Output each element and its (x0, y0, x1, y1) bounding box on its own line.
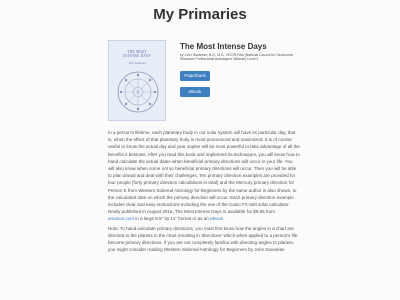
book-title: The Most Intense Days (180, 42, 267, 51)
cover-title: THE MOST INTENSE DAYS (123, 50, 151, 59)
ebook-button[interactable]: eBook (180, 87, 210, 97)
cover-author: John Savarese (128, 62, 146, 65)
book-description: In a person's lifetime, each planetary b… (108, 129, 300, 255)
book-info: The Most Intense Days by John Savarese, … (180, 40, 302, 97)
note-paragraph: Note: To hand-calculate primary directio… (108, 225, 298, 253)
paperback-button[interactable]: Paperback (180, 71, 210, 81)
book-byline: by John Savarese, B.S., M.A., NCGR-PAA (… (180, 53, 294, 62)
book-cover-image[interactable]: THE MOST INTENSE DAYS John Savarese (108, 40, 166, 121)
book-header: THE MOST INTENSE DAYS John Savarese The … (108, 40, 300, 122)
amazon-link[interactable]: amazon.com (108, 216, 134, 221)
ebook-link[interactable]: eBook (210, 216, 223, 221)
zodiac-wheel-icon (117, 71, 159, 113)
site-title[interactable]: My Primaries (0, 6, 400, 23)
description-paragraph: In a person's lifetime, each planetary b… (108, 130, 300, 222)
